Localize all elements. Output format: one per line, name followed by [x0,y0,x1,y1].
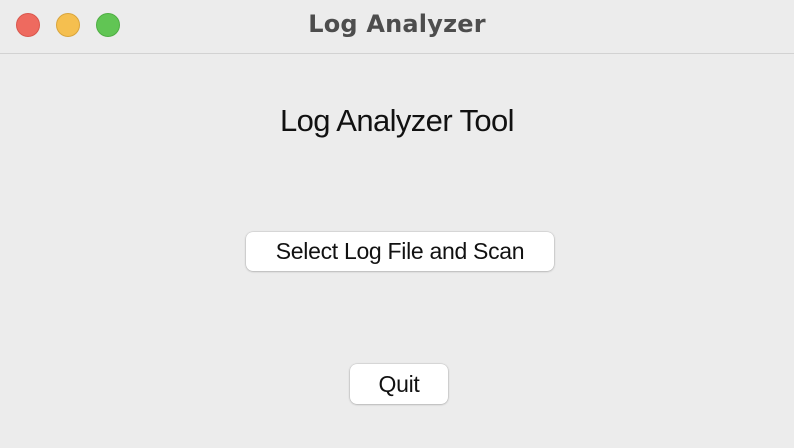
app-window: Log Analyzer Log Analyzer Tool Select Lo… [0,0,794,448]
window-title: Log Analyzer [308,10,486,38]
title-bar[interactable]: Log Analyzer [0,0,794,54]
select-log-file-and-scan-button[interactable]: Select Log File and Scan [246,232,554,271]
page-title: Log Analyzer Tool [280,103,515,138]
quit-button[interactable]: Quit [350,364,448,404]
